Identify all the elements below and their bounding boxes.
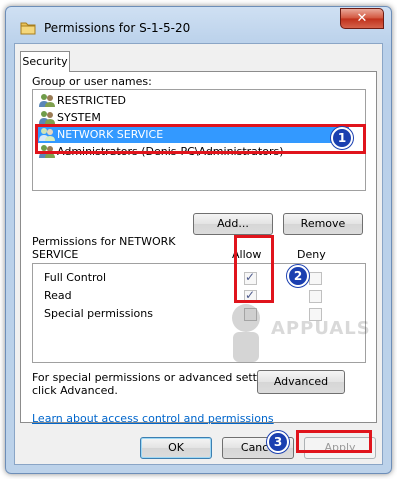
deny-column-header: Deny [297,248,326,261]
permission-name: Full Control [44,271,107,284]
deny-full-control-checkbox[interactable] [309,272,322,285]
permissions-label: Permissions for NETWORK [32,235,176,248]
permissions-list: Full Control Read Special permissions [32,263,366,363]
permissions-dialog: Permissions for S-1-5-20 ✕ Security Grou… [5,6,392,474]
advanced-button[interactable]: Advanced [257,370,345,394]
highlight-apply-button [296,430,372,453]
step-badge-1: 1 [331,127,353,149]
group-names-label: Group or user names: [32,75,152,88]
ok-button[interactable]: OK [140,437,212,459]
dialog-body: Security Group or user names: RESTRICTED… [14,43,383,465]
highlight-allow-column [234,235,274,303]
folder-icon [20,22,36,35]
users-icon [39,111,55,124]
list-item-label: SYSTEM [57,111,101,124]
step-badge-2: 2 [287,265,309,287]
allow-special-permissions-checkbox[interactable] [244,308,257,321]
permission-name: Special permissions [44,307,153,320]
close-button[interactable]: ✕ [340,8,384,29]
advanced-info-text: For special permissions or advanced sett… [32,371,284,384]
permissions-label-line2: SERVICE [32,248,79,261]
list-item[interactable]: RESTRICTED [35,92,126,109]
deny-read-checkbox[interactable] [309,290,322,303]
access-control-help-link[interactable]: Learn about access control and permissio… [32,412,274,425]
tab-security[interactable]: Security [20,51,70,72]
title-bar[interactable]: Permissions for S-1-5-20 ✕ [6,7,391,43]
window-title: Permissions for S-1-5-20 [44,21,191,35]
deny-special-permissions-checkbox[interactable] [309,308,322,321]
remove-button[interactable]: Remove [283,213,363,235]
highlight-network-service [35,124,366,154]
add-button[interactable]: Add... [193,213,273,235]
users-icon [39,94,55,107]
advanced-info-text-line2: click Advanced. [32,384,118,397]
list-item-label: RESTRICTED [57,94,127,107]
step-badge-3: 3 [267,431,289,453]
permission-name: Read [44,289,72,302]
